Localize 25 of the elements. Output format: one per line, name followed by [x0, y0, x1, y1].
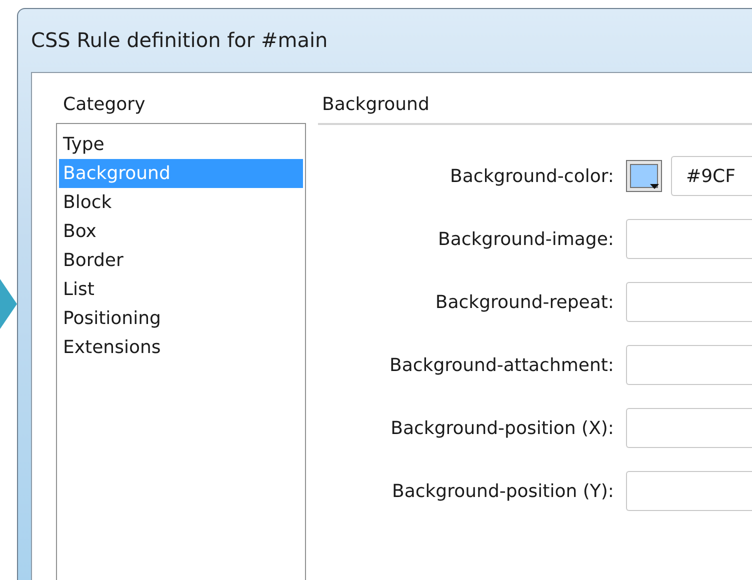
category-item[interactable]: Extensions [59, 333, 303, 362]
category-heading: Category [62, 93, 146, 117]
category-item[interactable]: Positioning [59, 304, 303, 333]
input-field[interactable] [626, 408, 752, 448]
field-label: Background-color: [449, 166, 615, 186]
input-field[interactable] [626, 471, 752, 511]
field-label: Background-position (Y): [390, 480, 615, 502]
panel-heading: Background [318, 93, 752, 125]
input-field[interactable] [626, 345, 752, 385]
category-item[interactable]: Type [59, 130, 303, 159]
category-item[interactable]: Box [59, 217, 303, 246]
window-title: CSS Rule definition for #main [31, 28, 328, 52]
field-label: Background-position (X): [390, 418, 615, 438]
color-field[interactable]: #9CF [671, 156, 752, 196]
field-label: Background-image: [436, 228, 615, 250]
arrow-icon [0, 279, 17, 329]
category-item[interactable]: Border [59, 246, 303, 275]
input-field[interactable] [626, 282, 752, 322]
field-label: Background-attachment: [388, 354, 615, 376]
category-item[interactable]: Block [59, 188, 303, 217]
category-item[interactable]: List [59, 275, 303, 304]
color-picker[interactable] [626, 160, 662, 192]
input-field[interactable] [626, 219, 752, 259]
field-label: Background-repeat: [434, 292, 615, 312]
caret-icon [650, 184, 659, 189]
